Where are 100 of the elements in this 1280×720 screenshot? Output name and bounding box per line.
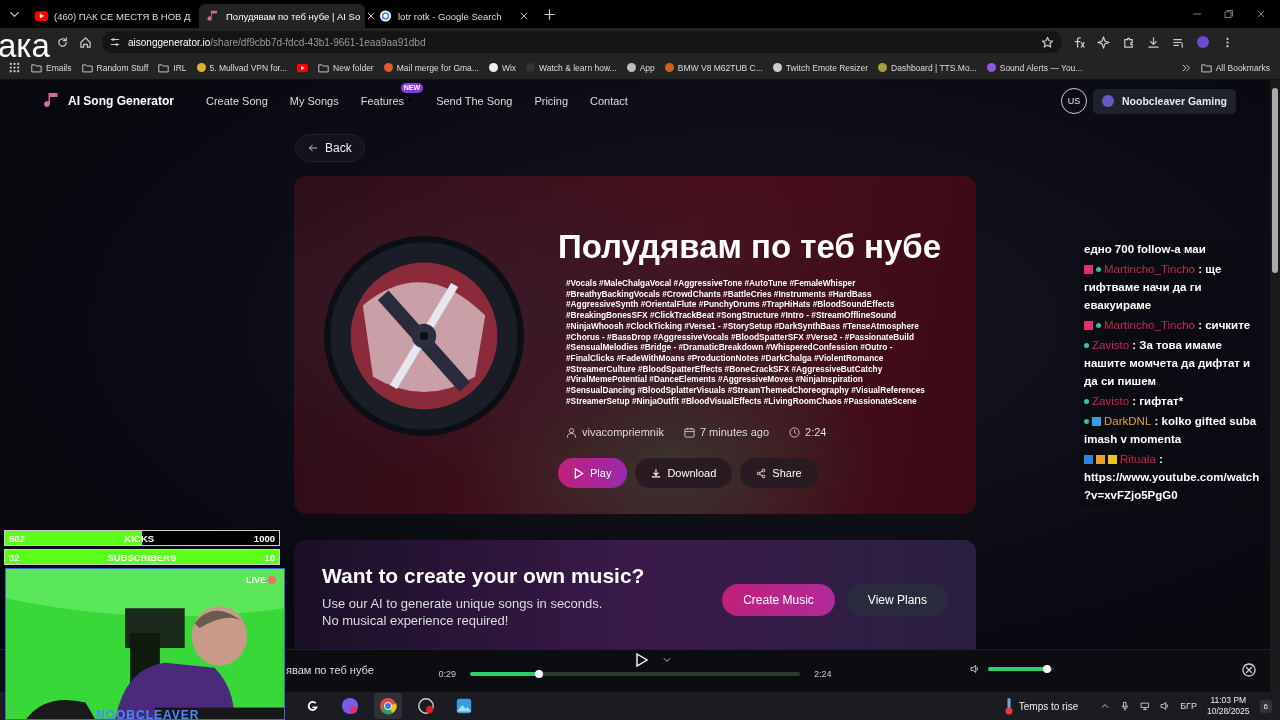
thermometer-icon bbox=[1004, 697, 1013, 715]
goal-current: 32 bbox=[9, 551, 20, 563]
chrome-icon[interactable] bbox=[374, 693, 402, 719]
bookmark[interactable]: Mail merge for Gma... bbox=[383, 62, 479, 73]
keyboard-language[interactable]: БГР bbox=[1180, 701, 1197, 711]
bookmark-folder[interactable]: Emails bbox=[31, 62, 72, 73]
user-icon bbox=[566, 426, 577, 438]
network-icon[interactable] bbox=[1140, 701, 1151, 711]
bookmark[interactable]: Dashboard | TTS.Mo... bbox=[878, 62, 977, 73]
bookmark-folder[interactable]: Random Stuff bbox=[81, 62, 149, 73]
goal-target: 10 bbox=[264, 551, 275, 563]
profile-avatar[interactable] bbox=[1197, 36, 1209, 48]
chat-message: Zavisto : За това имаме нашите момчета да дифтат и да си пишем bbox=[1084, 338, 1252, 389]
overlay-text: ака bbox=[0, 26, 50, 64]
weather-widget[interactable]: Temps to rise bbox=[1004, 697, 1079, 715]
folder-icon bbox=[318, 62, 330, 73]
goal-label: SUBSCRIBERS bbox=[107, 551, 177, 563]
globe-icon bbox=[379, 10, 392, 22]
play-icon[interactable] bbox=[636, 653, 648, 667]
close-icon[interactable] bbox=[366, 11, 377, 21]
play-button[interactable]: Play bbox=[558, 458, 628, 489]
notifications-button[interactable]: 6 bbox=[1259, 699, 1272, 713]
song-meta: vivacompriemnik bbox=[582, 426, 664, 439]
back-arrow-icon bbox=[308, 143, 318, 153]
caret-icon[interactable] bbox=[662, 655, 672, 665]
home-icon[interactable] bbox=[79, 35, 92, 49]
new-tab-icon[interactable] bbox=[543, 7, 556, 21]
song-tags: #Vocals #MaleChalgaVocal #AggressiveTone #AutoTune #FemaleWhisper #BreathyBackingVocals #CrowdChants #BattleCries #Instruments #HardBass #AggressiveSynth #OrientalFlute #PunchyDrums #TrapHiHats #BloodSoundEffects #BreakingBonesSFX #ClickTrackBeat #SongStructure #Intro - #StreamOfflineSound #NinjaWhoosh #ClockTicking #Verse1 - #StorySetup #DarkSynthBass #TenseAtmosphere #Chorus - #BassDrop #AggressiveVocals #BloodSpatterSFX #Verse2 - #PassionateBuild #SensualMelodies #Bridge - #DramaticBreakdown #WhisperedConfession #Outro - #FinalClicks #FadeWithMoans #ProductionNotes #DarkChalga #ViolentRomance #StreamerCulture #BloodSpatterEffects #BoneCrackSFX #AggressiveButCatchy #ViralMemePotential #DanceElements #AggressiveMoves #NinjaInspiration #SensualDancing #BloodSplatterVisuals #StreamThemedChoreography #VisualReferences #StreamerSetup #NinjaOutfit #BloodVisualEffects #LivingRoomChaos #PassionateScene bbox=[566, 278, 926, 407]
bookmark-star-icon[interactable] bbox=[1041, 35, 1054, 49]
song-meta: 2:24 bbox=[805, 426, 827, 439]
goal-current: 502 bbox=[9, 532, 25, 544]
total-time: 2:24 bbox=[814, 669, 832, 679]
volume-thumb[interactable] bbox=[1043, 665, 1052, 673]
chat-message: едно 700 follow-а маи bbox=[1084, 242, 1207, 257]
live-badge: LIVE bbox=[246, 575, 276, 585]
address-field[interactable]: aisonggenerator.io/share/df9cbb7d-fdcd-43b1-9661-1eaa9aa91dbd bbox=[102, 31, 1062, 53]
more-bookmarks-icon[interactable] bbox=[1180, 62, 1191, 73]
bookmark[interactable]: App bbox=[626, 62, 655, 73]
bookmark[interactable]: Sound Alerts — You... bbox=[986, 62, 1083, 73]
video-icon bbox=[35, 10, 48, 22]
bookmark[interactable]: Twitch Emote Resizer bbox=[772, 62, 869, 73]
site-info-icon bbox=[110, 37, 120, 47]
nav-link[interactable]: Contact bbox=[590, 95, 628, 107]
bookmark[interactable]: Wix bbox=[488, 62, 517, 73]
close-icon[interactable] bbox=[519, 11, 529, 21]
close-icon[interactable] bbox=[1256, 9, 1266, 19]
calendar-icon bbox=[683, 426, 695, 438]
close-icon[interactable] bbox=[1242, 663, 1256, 677]
nav-link[interactable]: Pricing bbox=[534, 95, 568, 107]
share-icon bbox=[756, 467, 767, 479]
clock[interactable]: 11:03 PM 10/28/2025 bbox=[1207, 695, 1250, 717]
bookmark-folder[interactable]: IRL bbox=[158, 62, 187, 73]
restore-icon[interactable] bbox=[1224, 9, 1234, 19]
chat-message: Martincho_Tincho : сичките bbox=[1084, 316, 1260, 334]
view-plans-button[interactable]: View Plans bbox=[846, 584, 948, 616]
chat-message: Rituala : https://www.youtube.com/watch?v=xvFZjo5PgG0 bbox=[1084, 452, 1260, 503]
play-icon bbox=[574, 467, 584, 479]
folder-icon bbox=[158, 62, 170, 73]
clock-icon bbox=[789, 426, 801, 438]
folder-icon bbox=[1200, 62, 1212, 73]
volume-icon[interactable] bbox=[970, 664, 980, 674]
folder-icon bbox=[31, 62, 42, 73]
chat-message: DarkDNL : kolko gifted suba imash v momenta bbox=[1084, 414, 1258, 447]
elapsed-time: 0:29 bbox=[438, 669, 456, 679]
apps-icon[interactable] bbox=[8, 61, 21, 74]
song-meta: 7 minutes ago bbox=[699, 426, 770, 439]
microphone-icon[interactable] bbox=[1120, 701, 1131, 711]
back-button[interactable]: Back bbox=[295, 134, 365, 162]
speaker-icon[interactable] bbox=[1160, 701, 1171, 711]
puzzle-icon[interactable] bbox=[1122, 35, 1135, 49]
video-bookmark-icon[interactable] bbox=[297, 62, 309, 73]
promo-title: Want to create your own music? bbox=[322, 564, 646, 588]
all-bookmarks-folder[interactable]: All Bookmarks bbox=[1200, 62, 1270, 73]
download-icon[interactable] bbox=[1147, 35, 1160, 49]
share-button[interactable]: Share bbox=[740, 458, 818, 489]
bookmark[interactable]: BMW V8 M62TUB C... bbox=[664, 62, 763, 73]
browser-tab[interactable]: lotr rotk - Google Search bbox=[371, 4, 537, 28]
site-logo[interactable]: AI Song Generator bbox=[44, 91, 174, 111]
progress-track[interactable] bbox=[470, 672, 800, 676]
create-music-button[interactable]: Create Music bbox=[722, 584, 835, 616]
nav-link[interactable]: Create Song bbox=[206, 95, 268, 107]
nav-link[interactable]: Features bbox=[360, 95, 415, 107]
bookmark[interactable]: Watch & learn how... bbox=[526, 62, 617, 73]
user-button[interactable]: Noobcleaver Gaming bbox=[1092, 88, 1236, 114]
font-icon[interactable] bbox=[1072, 35, 1085, 49]
progress-thumb[interactable] bbox=[535, 670, 544, 678]
bookmark-folder[interactable]: New folder bbox=[318, 62, 374, 73]
nav-link[interactable]: My Songs bbox=[289, 95, 339, 107]
sparkle-icon[interactable] bbox=[1097, 35, 1110, 49]
music-note-icon bbox=[207, 10, 220, 22]
goal-target: 1000 bbox=[253, 532, 275, 544]
folder-icon bbox=[81, 62, 93, 73]
chat-message: Martincho_Tincho : ще гифтваме начи да ги евакуираме bbox=[1084, 262, 1223, 313]
chat-message: Zavisto : гифтат* bbox=[1084, 392, 1260, 410]
promo-text: No musical experience required! bbox=[322, 613, 510, 628]
nav-link[interactable]: Send The Song bbox=[436, 95, 513, 107]
download-button[interactable]: Download bbox=[635, 458, 733, 489]
bookmark[interactable]: 5. Mullvad VPN for... bbox=[196, 62, 288, 73]
reload-icon[interactable] bbox=[56, 35, 69, 49]
tray-chevron-icon[interactable] bbox=[1100, 701, 1111, 711]
